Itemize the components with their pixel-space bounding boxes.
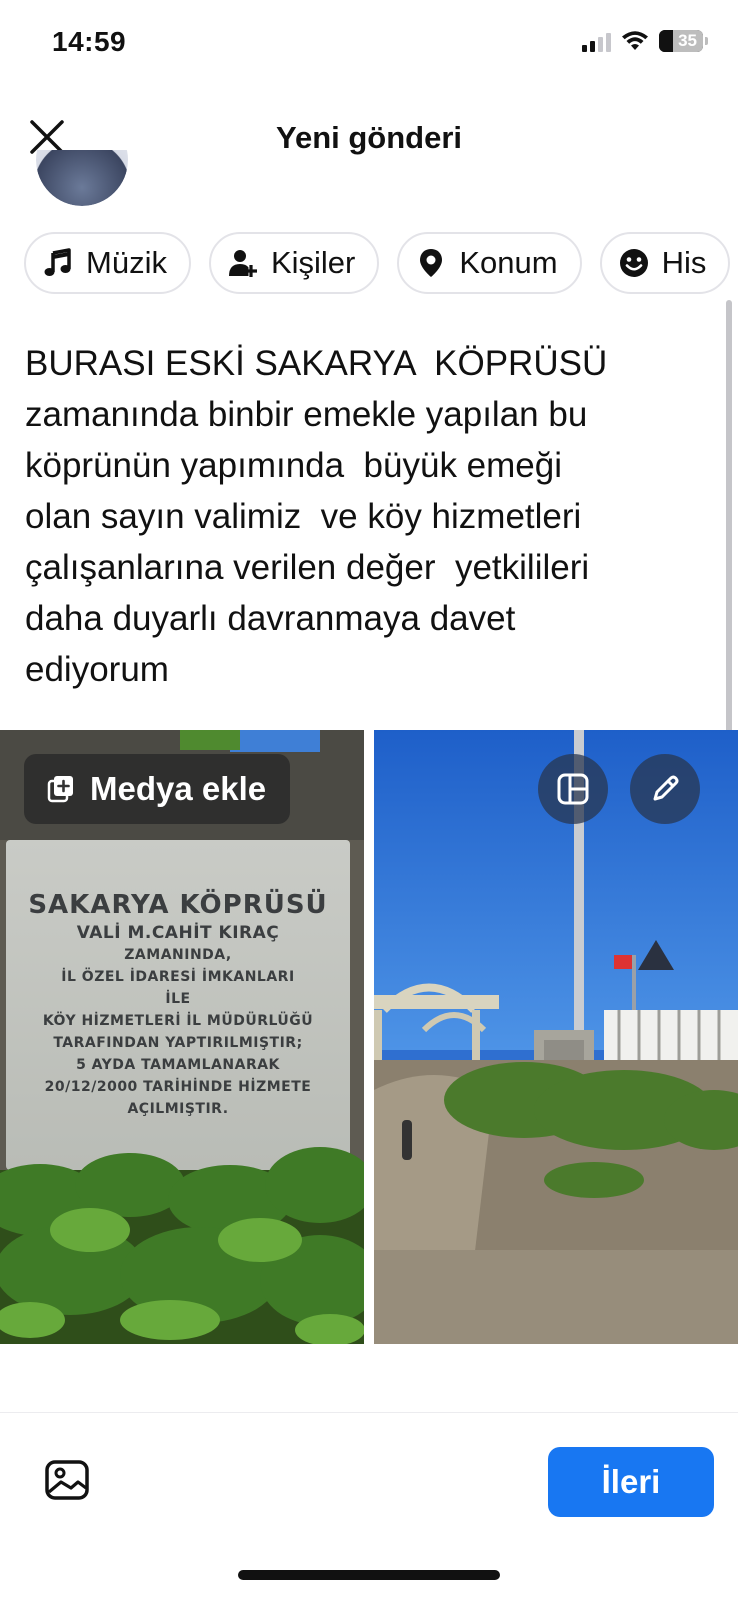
pencil-icon bbox=[653, 775, 679, 801]
chip-feeling[interactable]: His bbox=[599, 232, 731, 294]
battery-tip bbox=[705, 37, 708, 45]
smiley-icon bbox=[619, 249, 648, 277]
chip-music-label: Müzik bbox=[86, 245, 167, 280]
people-icon bbox=[228, 250, 257, 277]
chip-location[interactable]: Konum bbox=[397, 232, 582, 294]
chip-people-label: Kişiler bbox=[270, 245, 356, 280]
status-bar: 14:59 35 bbox=[0, 0, 738, 90]
battery-icon: 35 bbox=[659, 30, 703, 52]
next-button[interactable]: İleri bbox=[548, 1447, 714, 1517]
media-row: SAKARYA KÖPRÜSÜ VALİ M.CAHİT KIRAÇ ZAMAN… bbox=[0, 730, 738, 1344]
layout-button[interactable] bbox=[538, 754, 608, 824]
music-icon bbox=[44, 248, 71, 276]
gallery-icon[interactable] bbox=[44, 1457, 90, 1503]
location-pin-icon bbox=[420, 249, 443, 277]
avatar bbox=[36, 150, 128, 206]
chip-location-label: Konum bbox=[459, 245, 558, 280]
home-indicator[interactable] bbox=[238, 1570, 500, 1580]
add-media-button[interactable]: Medya ekle bbox=[24, 754, 291, 824]
bridge-photo-scene bbox=[374, 730, 738, 1344]
layout-grid-icon bbox=[557, 773, 589, 805]
add-media-icon bbox=[47, 776, 73, 803]
chip-feeling-label: His bbox=[661, 245, 707, 280]
status-icons: 35 bbox=[582, 30, 708, 52]
post-text-input[interactable]: BURASI ESKİ SAKARYA KÖPRÜSÜ zamanında bi… bbox=[25, 338, 705, 695]
add-media-label: Medya ekle bbox=[90, 770, 267, 807]
battery-level: 35 bbox=[678, 31, 697, 50]
edit-button[interactable] bbox=[630, 754, 700, 824]
cellular-signal-icon bbox=[582, 30, 611, 52]
chip-people[interactable]: Kişiler bbox=[208, 232, 380, 294]
status-time: 14:59 bbox=[52, 26, 127, 57]
media-photo-bridge[interactable] bbox=[374, 730, 738, 1344]
chip-music[interactable]: Müzik bbox=[24, 232, 191, 294]
wifi-icon bbox=[622, 31, 648, 50]
media-photo-plaque[interactable]: SAKARYA KÖPRÜSÜ VALİ M.CAHİT KIRAÇ ZAMAN… bbox=[0, 730, 364, 1344]
attachment-chips: Müzik Kişiler Konum His bbox=[24, 232, 731, 294]
